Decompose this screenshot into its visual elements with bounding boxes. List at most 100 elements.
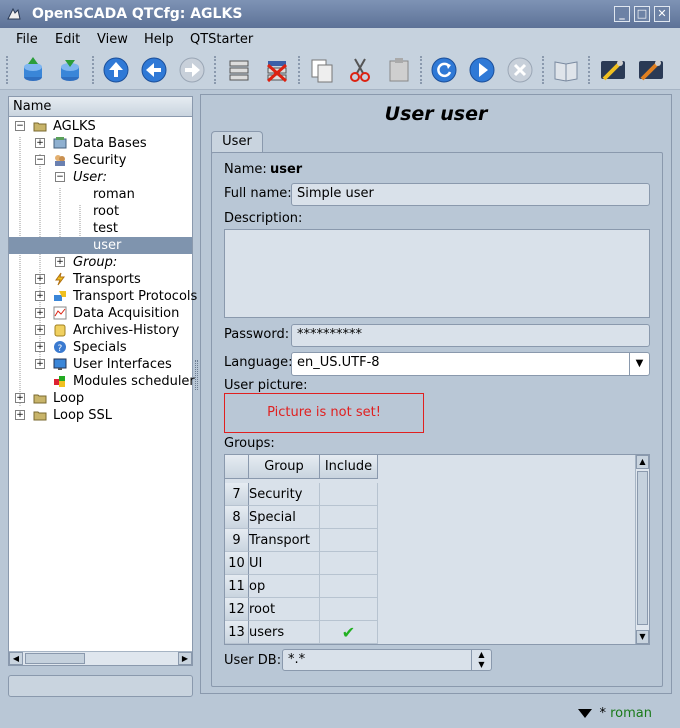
add-item-icon[interactable] [224,55,254,85]
collapse-icon[interactable]: − [55,172,65,182]
scroll-up-icon[interactable]: ▲ [636,455,649,469]
expand-icon[interactable]: + [15,410,25,420]
tree-item-security[interactable]: − Security [9,152,192,169]
minimize-button[interactable]: _ [614,6,630,22]
stop-icon[interactable] [505,55,535,85]
scroll-thumb[interactable] [25,653,85,664]
tree-item-specials[interactable]: + ? Specials [9,339,192,356]
chevron-down-icon[interactable]: ▼ [629,353,649,375]
include-cell[interactable] [320,598,378,621]
table-row[interactable]: 8 Special [225,506,635,529]
include-cell[interactable]: ✔ [320,621,378,644]
expand-icon[interactable]: + [35,359,45,369]
expand-icon[interactable]: + [35,291,45,301]
toolbar-grip[interactable] [92,56,96,84]
toolbar-grip[interactable] [298,56,302,84]
tree-item-archives-history[interactable]: + Archives-History [9,322,192,339]
table-row[interactable]: 7 Security [225,483,635,506]
toolbar-grip[interactable] [214,56,218,84]
tree-item-roman[interactable]: roman [9,186,192,203]
tree-item-group[interactable]: + Group: [9,254,192,271]
menu-file[interactable]: File [16,32,38,47]
tools2-icon[interactable] [636,55,666,85]
back-icon[interactable] [139,55,169,85]
table-row[interactable]: 12 root [225,598,635,621]
scroll-down-icon[interactable]: ▼ [636,630,649,644]
tree-item-data-acquisition[interactable]: + Data Acquisition [9,305,192,322]
tree-item-loop[interactable]: + Loop [9,390,192,407]
expand-icon[interactable]: + [35,342,45,352]
tree-item-root[interactable]: root [9,203,192,220]
menu-edit[interactable]: Edit [55,32,80,47]
language-combobox[interactable]: en_US.UTF-8 ▼ [291,352,650,376]
groups-table[interactable]: Group Include 7 Security 8 Special 9 Tra… [224,454,650,645]
tree-header-name[interactable]: Name [9,97,192,117]
tree-item-user-interfaces[interactable]: + User Interfaces [9,356,192,373]
expand-icon[interactable]: + [15,393,25,403]
table-row[interactable]: 11 op [225,575,635,598]
collapse-icon[interactable]: − [15,121,25,131]
include-cell[interactable] [320,575,378,598]
maximize-button[interactable]: □ [634,6,650,22]
include-cell[interactable] [320,529,378,552]
db-save-icon[interactable] [55,55,85,85]
db-load-icon[interactable] [18,55,48,85]
description-textarea[interactable] [224,229,650,318]
cut-icon[interactable] [345,55,375,85]
include-cell[interactable] [320,483,378,506]
include-cell[interactable] [320,552,378,575]
object-tree[interactable]: Name − AGLKS + Data Bases − Security − U… [8,96,197,666]
fullname-field[interactable]: Simple user [291,183,650,206]
include-cell[interactable] [320,506,378,529]
tree-horizontal-scrollbar[interactable]: ◀ ▶ [9,651,192,665]
updown-icon[interactable]: ▲ ▼ [471,650,491,670]
manual-icon[interactable] [551,55,581,85]
start-icon[interactable] [467,55,497,85]
collapse-icon[interactable]: − [35,155,45,165]
expand-icon[interactable]: + [35,138,45,148]
tree-item-data-bases[interactable]: + Data Bases [9,135,192,152]
table-row[interactable]: 9 Transport [225,529,635,552]
column-header-group[interactable]: Group [249,455,320,479]
tree-item-aglks[interactable]: − AGLKS [9,118,192,135]
expand-icon[interactable]: + [55,257,65,267]
toolbar-grip[interactable] [588,56,592,84]
tools-icon[interactable] [598,55,628,85]
menu-qtstarter[interactable]: QTStarter [190,32,253,47]
tree-item-test[interactable]: test [9,220,192,237]
toolbar-grip[interactable] [6,56,10,84]
up-icon[interactable] [101,55,131,85]
column-header-include[interactable]: Include [320,455,378,479]
tree-item-transports[interactable]: + Transports [9,271,192,288]
status-user[interactable]: roman [610,706,652,721]
userdb-combobox[interactable]: *.* ▲ ▼ [282,649,492,671]
tree-item-loop-ssl[interactable]: + Loop SSL [9,407,192,424]
close-button[interactable]: ✕ [654,6,670,22]
scroll-right-icon[interactable]: ▶ [178,652,192,665]
refresh-icon[interactable] [429,55,459,85]
user-picture[interactable]: Picture is not set! [224,393,424,433]
panel-splitter[interactable] [195,360,198,390]
expand-icon[interactable]: + [35,308,45,318]
menu-view[interactable]: View [97,32,128,47]
tree-item-modules-scheduler[interactable]: Modules scheduler [9,373,195,390]
toolbar-grip[interactable] [420,56,424,84]
tree-item-transport-protocols[interactable]: + Transport Protocols [9,288,197,305]
password-field[interactable]: ********** [291,324,650,347]
forward-icon[interactable] [177,55,207,85]
expand-icon[interactable]: + [35,325,45,335]
table-row[interactable]: 10 UI [225,552,635,575]
toolbar-grip[interactable] [542,56,546,84]
tree-item-user[interactable]: user [9,237,192,254]
title-bar[interactable]: OpenSCADA QTCfg: AGLKS _ □ ✕ [0,0,680,28]
scroll-thumb[interactable] [637,471,648,625]
tree-item-user-group[interactable]: − User: [9,169,192,186]
tab-user[interactable]: User [211,131,263,153]
expand-icon[interactable]: + [35,274,45,284]
copy-icon[interactable] [307,55,337,85]
groups-vertical-scrollbar[interactable]: ▲ ▼ [635,455,649,644]
scroll-left-icon[interactable]: ◀ [9,652,23,665]
menu-help[interactable]: Help [144,32,174,47]
delete-item-icon[interactable] [262,55,292,85]
table-row[interactable]: 13 users ✔ [225,621,635,644]
